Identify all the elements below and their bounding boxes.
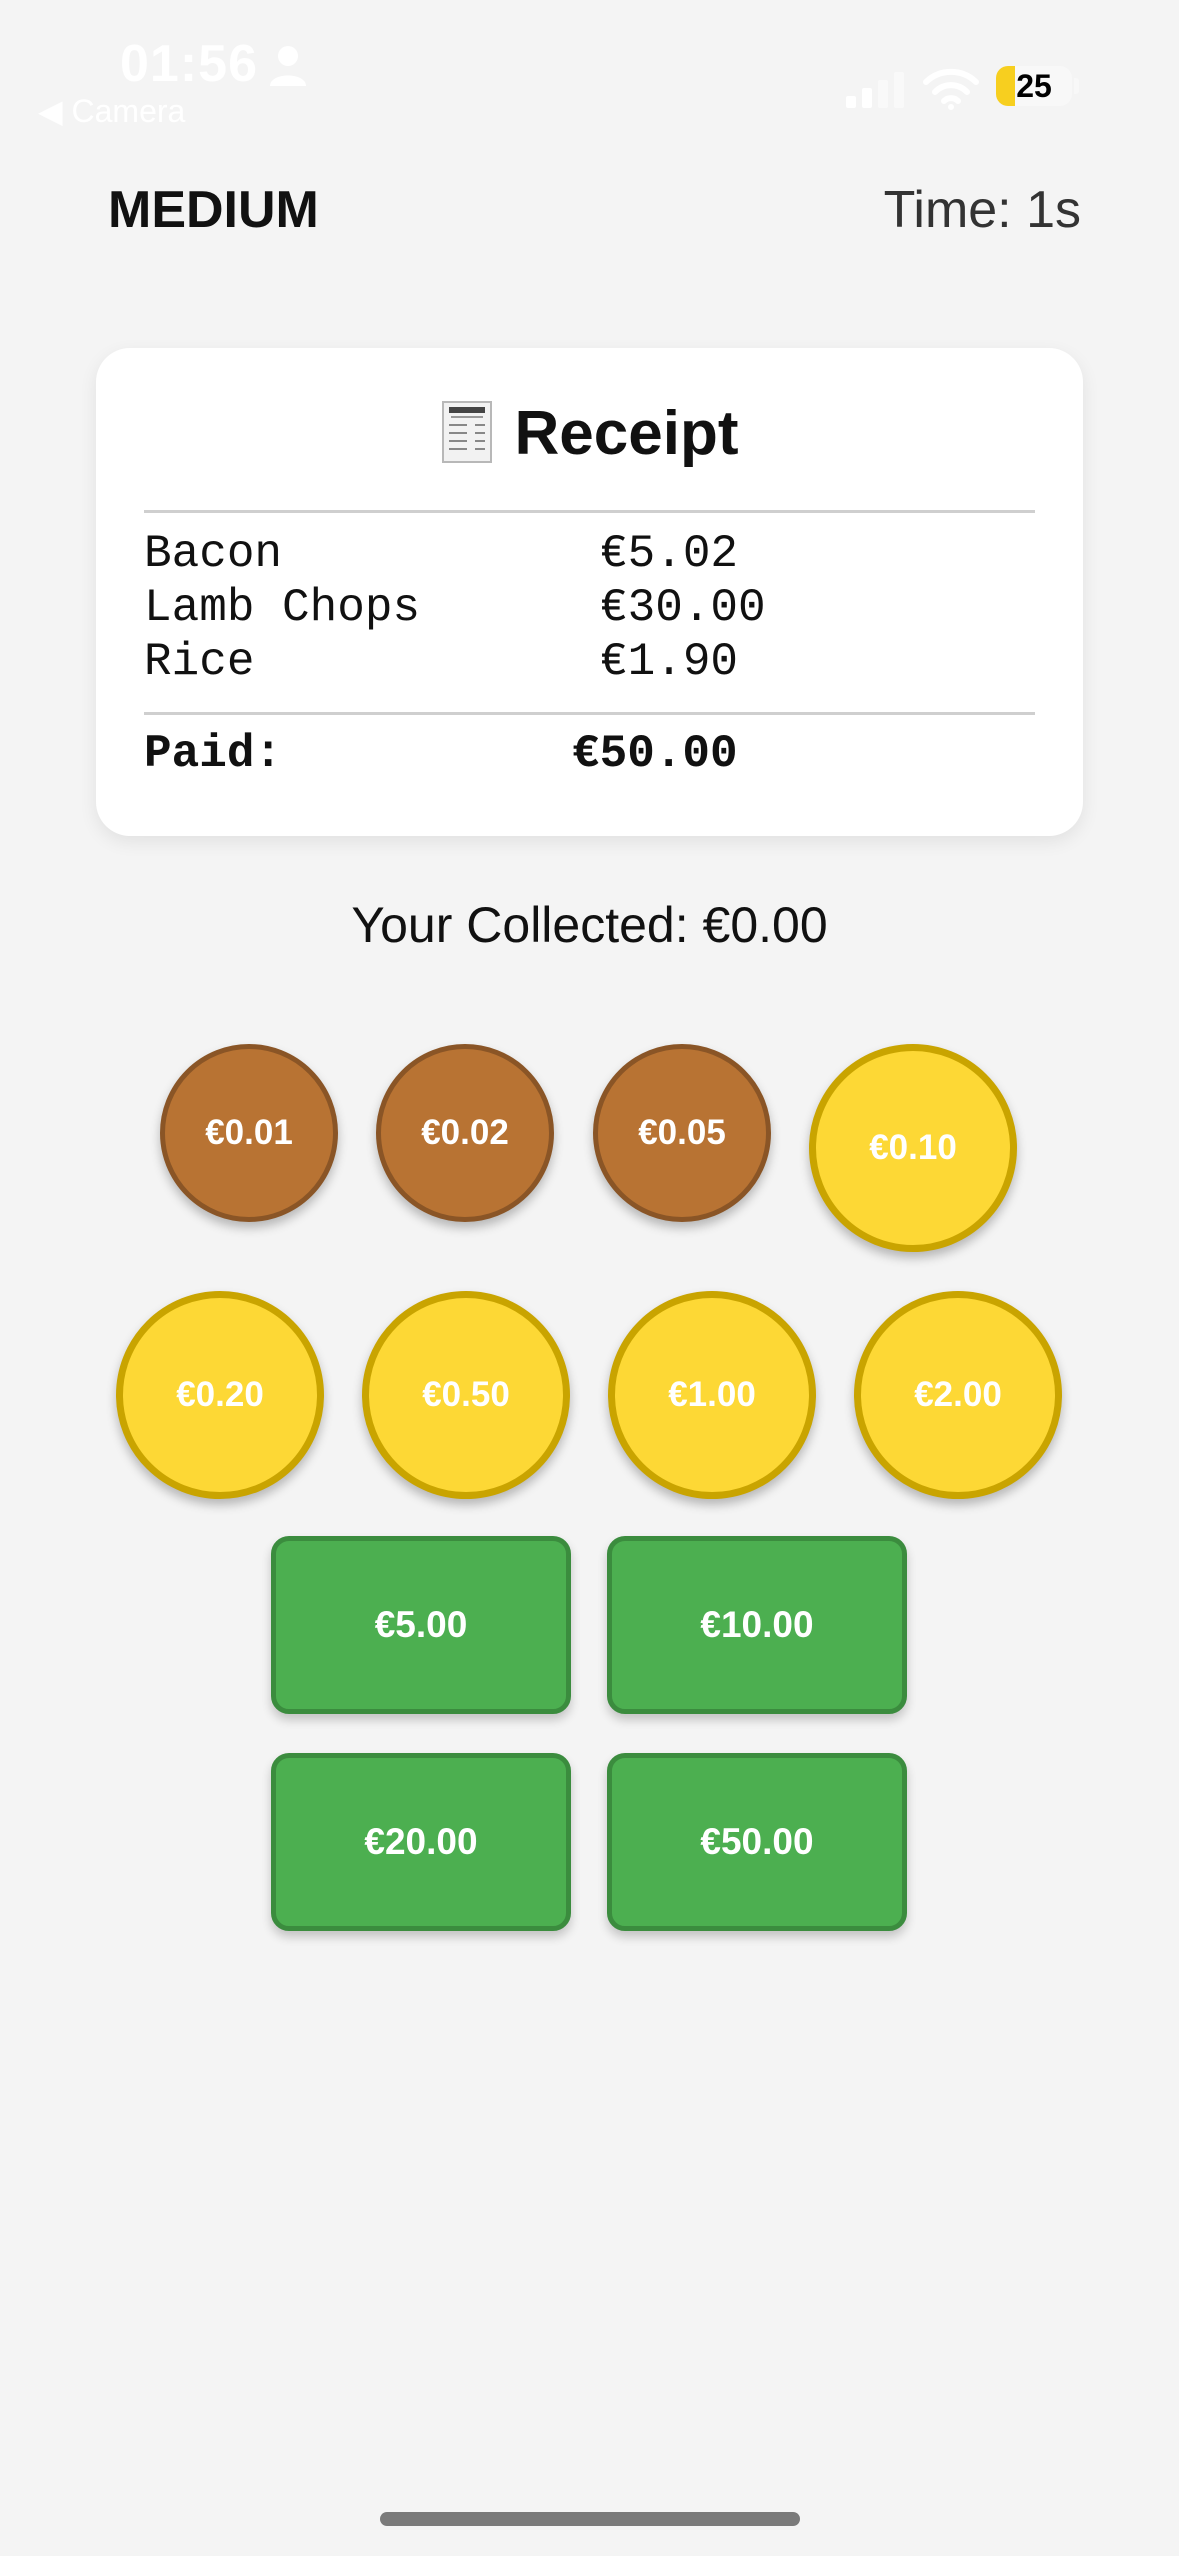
receipt-item-name: Rice xyxy=(144,636,255,688)
receipt-item-price: €30.00 xyxy=(600,582,766,634)
receipt-divider-bottom xyxy=(144,712,1035,715)
coin-0-01-button[interactable]: €0.01 xyxy=(160,1044,338,1222)
battery-indicator: 25 xyxy=(996,66,1072,106)
back-to-camera-link[interactable]: ◀ Camera xyxy=(38,92,185,130)
difficulty-label: MEDIUM xyxy=(108,181,319,239)
paid-label: Paid: xyxy=(144,728,283,780)
status-bar: 01:56 ◀ Camera 25 xyxy=(0,0,1179,130)
receipt-items: Bacon €5.02 Lamb Chops €30.00 Rice €1.90 xyxy=(144,528,1035,690)
coin-0-10-button[interactable]: €0.10 xyxy=(809,1044,1017,1252)
coin-0-02-button[interactable]: €0.02 xyxy=(376,1044,554,1222)
receipt-item-name: Lamb Chops xyxy=(144,582,421,634)
receipt-item: Lamb Chops €30.00 xyxy=(144,582,1035,636)
receipt-divider-top xyxy=(144,510,1035,513)
status-time: 01:56 xyxy=(120,35,258,93)
coin-0-05-button[interactable]: €0.05 xyxy=(593,1044,771,1222)
paid-amount: €50.00 xyxy=(572,728,738,780)
coin-2-00-button[interactable]: €2.00 xyxy=(854,1291,1062,1499)
receipt-item-price: €5.02 xyxy=(600,528,739,580)
receipt-item-price: €1.90 xyxy=(600,636,739,688)
battery-tip xyxy=(1074,78,1079,94)
person-icon xyxy=(270,46,306,86)
receipt-item: Rice €1.90 xyxy=(144,636,1035,690)
coin-1-00-button[interactable]: €1.00 xyxy=(608,1291,816,1499)
note-5-00-button[interactable]: €5.00 xyxy=(271,1536,571,1714)
receipt-icon xyxy=(441,401,492,463)
note-50-00-button[interactable]: €50.00 xyxy=(607,1753,907,1931)
home-indicator[interactable] xyxy=(380,2512,800,2526)
receipt-heading: Receipt xyxy=(96,398,1083,469)
timer-label: Time: 1s xyxy=(883,181,1081,239)
wifi-icon xyxy=(923,68,979,110)
receipt-item: Bacon €5.02 xyxy=(144,528,1035,582)
receipt-title: Receipt xyxy=(514,399,739,468)
cellular-signal-icon xyxy=(846,72,904,108)
coin-0-50-button[interactable]: €0.50 xyxy=(362,1291,570,1499)
battery-percentage: 25 xyxy=(1016,68,1052,104)
collected-total: Your Collected: €0.00 xyxy=(351,897,828,953)
note-10-00-button[interactable]: €10.00 xyxy=(607,1536,907,1714)
note-20-00-button[interactable]: €20.00 xyxy=(271,1753,571,1931)
receipt-card: Receipt Bacon €5.02 Lamb Chops €30.00 Ri… xyxy=(96,348,1083,836)
coin-0-20-button[interactable]: €0.20 xyxy=(116,1291,324,1499)
receipt-item-name: Bacon xyxy=(144,528,283,580)
